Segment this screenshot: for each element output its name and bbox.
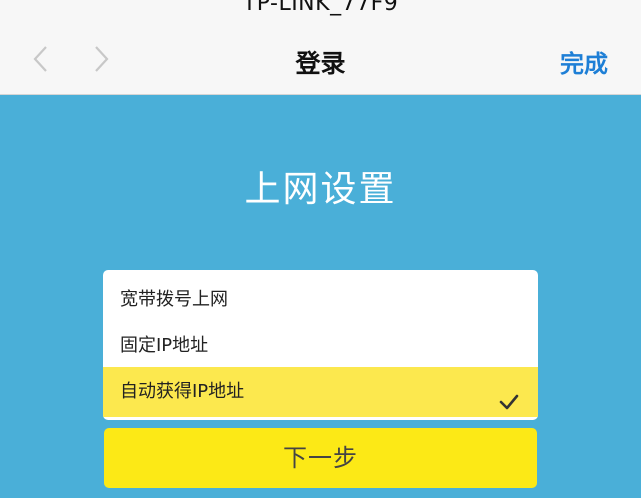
option-label: 自动获得IP地址 [120,381,245,402]
option-label: 固定IP地址 [120,335,209,356]
navigation-bar: TP-LINK_77F9 登录 完成 [0,0,641,95]
connection-type-list: 宽带拨号上网 固定IP地址 自动获得IP地址 [103,270,538,420]
next-button[interactable]: 下一步 [104,428,537,488]
done-button[interactable]: 完成 [560,44,608,79]
checkmark-icon [498,382,520,410]
app-screen: TP-LINK_77F9 登录 完成 上网设置 宽带拨号上网 固定IP地址 自动… [0,0,641,498]
option-static-ip[interactable]: 固定IP地址 [103,321,538,371]
option-pppoe[interactable]: 宽带拨号上网 [103,275,538,325]
section-heading: 上网设置 [244,169,397,210]
page-title: 登录 [295,49,346,78]
wifi-ssid-label: TP-LINK_77F9 [242,0,399,16]
option-dhcp[interactable]: 自动获得IP地址 [103,367,538,417]
option-label: 宽带拨号上网 [120,289,228,310]
